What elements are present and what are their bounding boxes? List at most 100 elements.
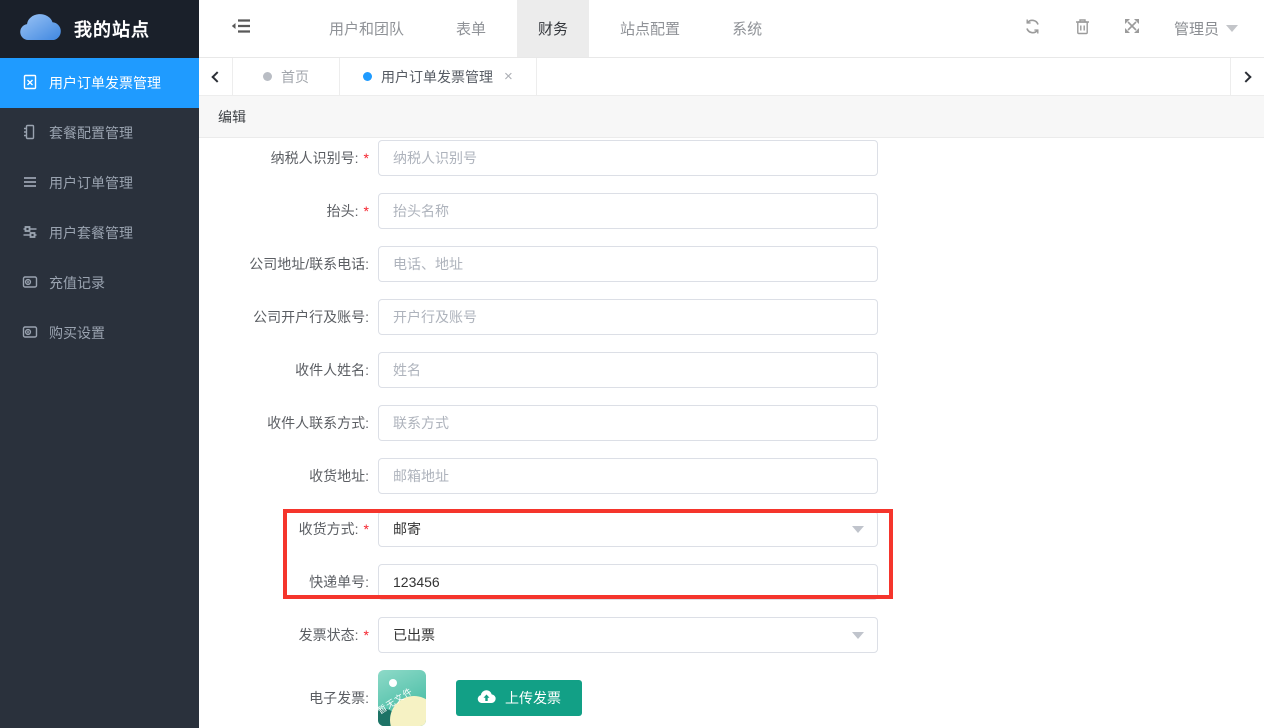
tab-label: 首页 bbox=[281, 67, 309, 87]
site-name: 我的站点 bbox=[74, 16, 150, 42]
nav-label: 财务 bbox=[538, 18, 568, 39]
sidebar-item-recharge-record[interactable]: 充值记录 bbox=[0, 258, 199, 308]
recipient-name-input[interactable] bbox=[378, 352, 878, 388]
tab-dot-icon bbox=[363, 72, 372, 81]
sidebar: 我的站点 用户订单发票管理 套餐配置管理 bbox=[0, 0, 199, 728]
sidebar-item-label: 用户订单发票管理 bbox=[49, 73, 161, 93]
admin-dropdown[interactable]: 管理员 bbox=[1174, 18, 1238, 39]
required-asterisk: * bbox=[364, 203, 369, 219]
field-label: 快递单号: * bbox=[199, 564, 369, 600]
tabs-scroll-right-button[interactable] bbox=[1230, 58, 1264, 95]
form-row-taxpayer-id: 纳税人识别号: * bbox=[199, 140, 1264, 176]
invoice-status-select[interactable]: 已出票 bbox=[378, 617, 878, 653]
nav-label: 站点配置 bbox=[620, 18, 680, 39]
form-content: 纳税人识别号: * 抬头: * 公司地址/联系电话: bbox=[199, 138, 1264, 728]
form-row-company-bank-account: 公司开户行及账号: * bbox=[199, 299, 1264, 335]
sidebar-item-invoice-management[interactable]: 用户订单发票管理 bbox=[0, 58, 199, 108]
cloud-logo-icon bbox=[18, 12, 64, 47]
tabs-scroll-left-button[interactable] bbox=[199, 58, 233, 95]
main-area: 用户和团队 表单 财务 站点配置 系统 bbox=[199, 0, 1264, 728]
close-icon[interactable]: × bbox=[504, 68, 513, 85]
top-header: 用户和团队 表单 财务 站点配置 系统 bbox=[199, 0, 1264, 58]
company-bank-account-input[interactable] bbox=[378, 299, 878, 335]
header-actions: 管理员 bbox=[1024, 0, 1264, 57]
refresh-icon bbox=[1024, 18, 1041, 40]
purchase-settings-icon bbox=[22, 324, 38, 343]
admin-label: 管理员 bbox=[1174, 18, 1219, 39]
field-label: 公司地址/联系电话: * bbox=[199, 246, 369, 282]
nav-item-users-teams[interactable]: 用户和团队 bbox=[308, 0, 425, 57]
nav-label: 用户和团队 bbox=[329, 18, 404, 39]
delete-button[interactable] bbox=[1075, 18, 1090, 40]
cloud-upload-icon bbox=[477, 689, 496, 707]
field-label: 收件人联系方式: * bbox=[199, 405, 369, 441]
form-row-tracking-number: 快递单号: * bbox=[199, 564, 1264, 600]
trash-icon bbox=[1075, 18, 1090, 40]
app-window: 我的站点 用户订单发票管理 套餐配置管理 bbox=[0, 0, 1264, 728]
form-row-recipient-name: 收件人姓名: * bbox=[199, 352, 1264, 388]
nav-item-finance[interactable]: 财务 bbox=[517, 0, 589, 57]
nav-label: 系统 bbox=[732, 18, 762, 39]
refresh-button[interactable] bbox=[1024, 18, 1041, 40]
field-label: 收货地址: * bbox=[199, 458, 369, 494]
e-invoice-thumbnail[interactable]: 暂无文件 bbox=[378, 670, 426, 726]
tracking-number-input[interactable] bbox=[378, 564, 878, 600]
form-row-invoice-title: 抬头: * bbox=[199, 193, 1264, 229]
tab-home[interactable]: 首页 bbox=[233, 58, 340, 95]
taxpayer-id-input[interactable] bbox=[378, 140, 878, 176]
collapse-menu-icon bbox=[231, 18, 251, 39]
edit-toolbar: 编辑 bbox=[199, 96, 1264, 138]
site-logo: 我的站点 bbox=[0, 0, 199, 58]
selected-value: 已出票 bbox=[393, 625, 435, 645]
form-row-company-address-phone: 公司地址/联系电话: * bbox=[199, 246, 1264, 282]
selected-value: 邮寄 bbox=[393, 519, 421, 539]
package-config-icon bbox=[22, 124, 38, 143]
sidebar-item-label: 用户订单管理 bbox=[49, 173, 133, 193]
field-label: 公司开户行及账号: * bbox=[199, 299, 369, 335]
sidebar-item-package-config[interactable]: 套餐配置管理 bbox=[0, 108, 199, 158]
upload-button-label: 上传发票 bbox=[505, 688, 561, 708]
company-address-phone-input[interactable] bbox=[378, 246, 878, 282]
field-label: 收货方式: * bbox=[199, 511, 369, 547]
delivery-method-select[interactable]: 邮寄 bbox=[378, 511, 878, 547]
invoice-title-input[interactable] bbox=[378, 193, 878, 229]
user-package-icon bbox=[22, 224, 38, 243]
tab-invoice-management[interactable]: 用户订单发票管理 × bbox=[340, 58, 537, 95]
field-label: 发票状态: * bbox=[199, 617, 369, 653]
form-row-delivery-method: 收货方式: * 邮寄 bbox=[199, 511, 1264, 547]
sidebar-item-label: 用户套餐管理 bbox=[49, 223, 133, 243]
recipient-contact-input[interactable] bbox=[378, 405, 878, 441]
field-label: 纳税人识别号: * bbox=[199, 140, 369, 176]
chevron-right-icon bbox=[1240, 71, 1251, 82]
tab-label: 用户订单发票管理 bbox=[381, 67, 493, 87]
sidebar-item-user-package[interactable]: 用户套餐管理 bbox=[0, 208, 199, 258]
form-row-shipping-address: 收货地址: * bbox=[199, 458, 1264, 494]
sidebar-item-label: 套餐配置管理 bbox=[49, 123, 133, 143]
chevron-left-icon bbox=[211, 71, 222, 82]
sidebar-item-order-management[interactable]: 用户订单管理 bbox=[0, 158, 199, 208]
edit-label[interactable]: 编辑 bbox=[218, 107, 246, 127]
form-row-e-invoice: 电子发票: * 暂无文件 bbox=[199, 670, 1264, 726]
sidebar-item-label: 充值记录 bbox=[49, 273, 105, 293]
sidebar-item-purchase-settings[interactable]: 购买设置 bbox=[0, 308, 199, 358]
fullscreen-button[interactable] bbox=[1124, 18, 1140, 39]
sidebar-nav: 用户订单发票管理 套餐配置管理 用户订单管理 bbox=[0, 58, 199, 358]
order-list-icon bbox=[22, 174, 38, 193]
shipping-address-input[interactable] bbox=[378, 458, 878, 494]
recharge-record-icon bbox=[22, 274, 38, 293]
form-row-invoice-status: 发票状态: * 已出票 bbox=[199, 617, 1264, 653]
tab-dot-icon bbox=[263, 72, 272, 81]
chevron-down-icon bbox=[1226, 25, 1238, 32]
field-label: 收件人姓名: * bbox=[199, 352, 369, 388]
thumbnail-decor-dot bbox=[389, 679, 397, 687]
select-caret-icon bbox=[852, 632, 864, 639]
nav-label: 表单 bbox=[456, 18, 486, 39]
upload-invoice-button[interactable]: 上传发票 bbox=[456, 680, 582, 716]
nav-item-forms[interactable]: 表单 bbox=[435, 0, 507, 57]
nav-item-system[interactable]: 系统 bbox=[711, 0, 783, 57]
nav-item-site-config[interactable]: 站点配置 bbox=[599, 0, 701, 57]
required-asterisk: * bbox=[364, 150, 369, 166]
sidebar-collapse-button[interactable] bbox=[213, 0, 269, 57]
field-label: 抬头: * bbox=[199, 193, 369, 229]
required-asterisk: * bbox=[364, 627, 369, 643]
